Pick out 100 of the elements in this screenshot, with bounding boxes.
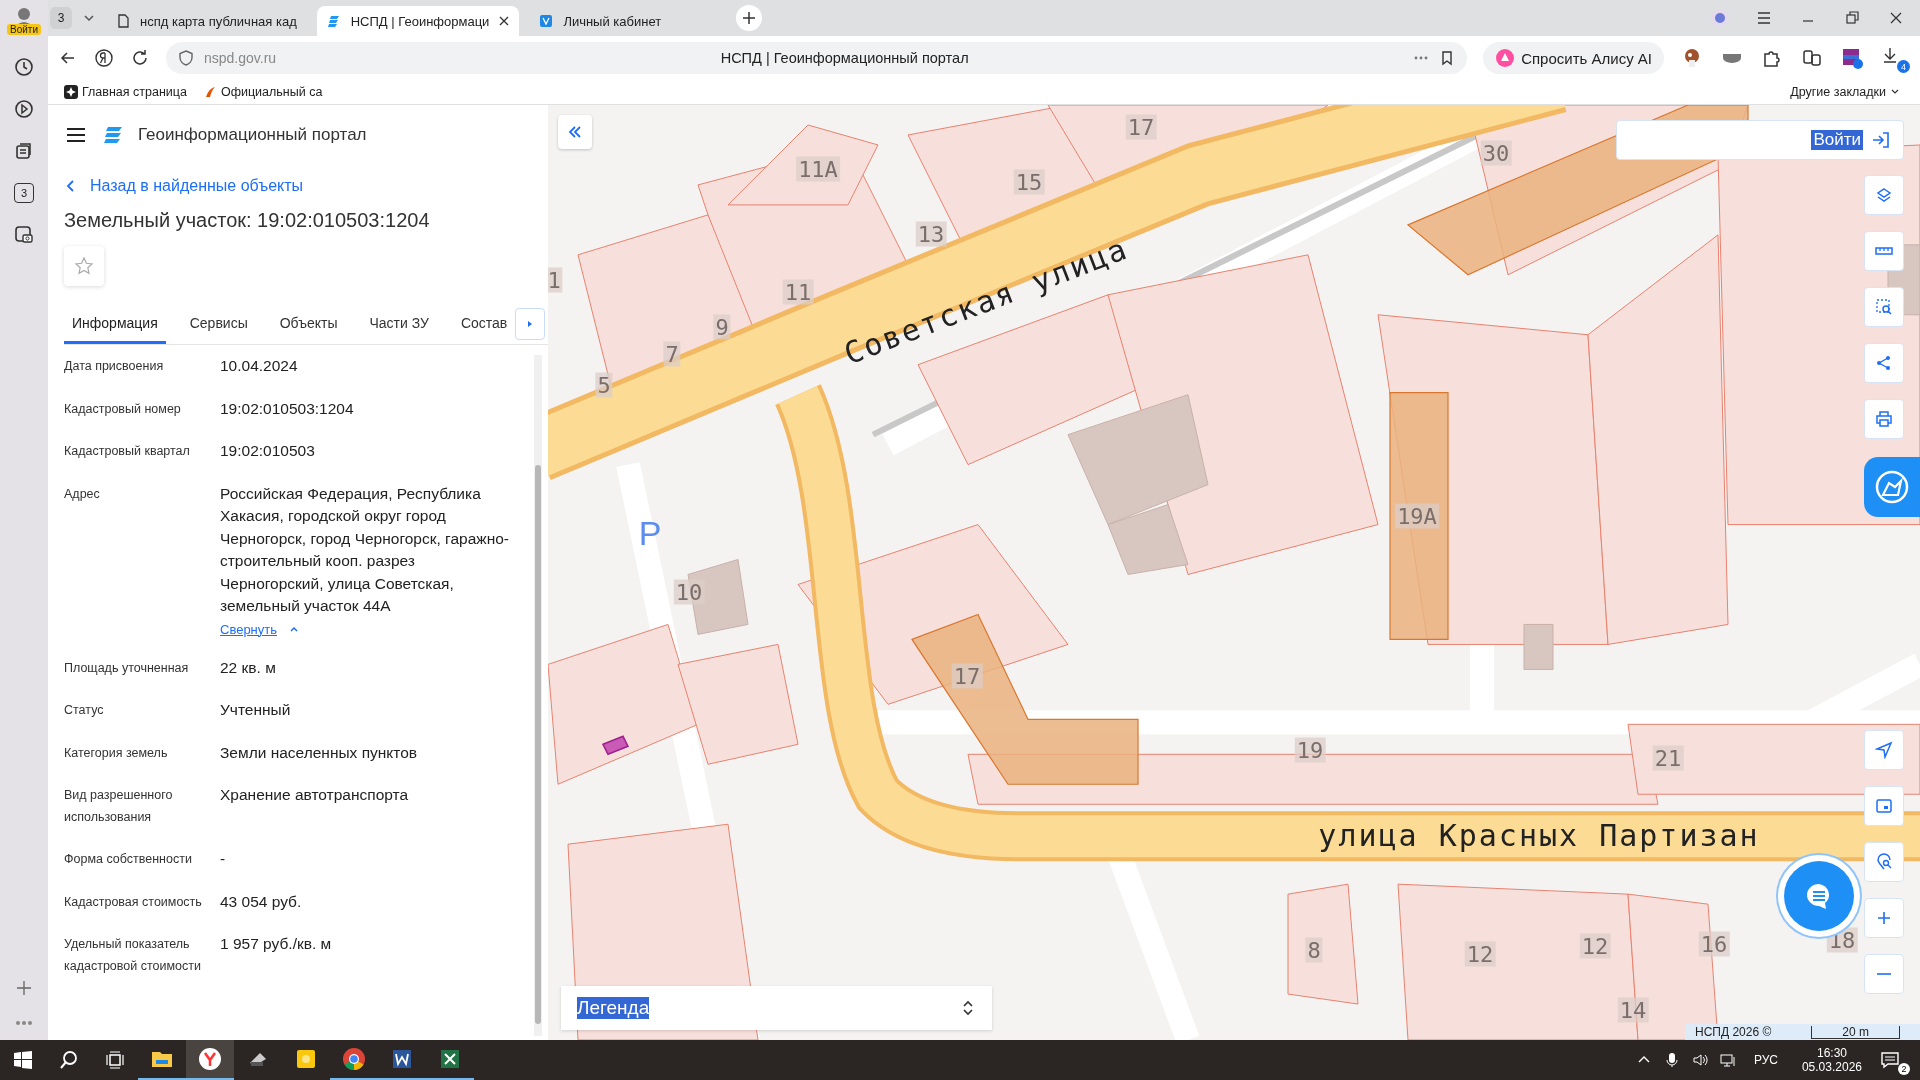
browser-logo-icon — [198, 1047, 222, 1071]
field-label: Форма собственности — [64, 851, 193, 868]
info-tab[interactable]: Состав — [452, 315, 516, 344]
print-button[interactable] — [1864, 399, 1904, 439]
assistant-tab[interactable] — [1864, 457, 1920, 517]
layers-icon — [1875, 186, 1893, 204]
house-number: 13 — [915, 221, 947, 247]
browser-tab[interactable]: НСПД | Геоинформаци — [316, 6, 520, 36]
back-link[interactable]: Назад в найденные объекты — [64, 177, 304, 195]
login-icon[interactable] — [1871, 130, 1891, 150]
clock[interactable]: 16:30 05.03.2026 — [1801, 1046, 1862, 1074]
locate-button[interactable] — [1864, 730, 1904, 770]
login-button[interactable]: Войти — [1811, 130, 1863, 150]
language-indicator[interactable]: РУС — [1753, 1053, 1778, 1067]
star-icon — [64, 85, 78, 99]
page-title: НСПД | Геоинформационный портал — [719, 50, 970, 66]
house-number: 8 — [1305, 937, 1323, 963]
notes-icon[interactable] — [14, 141, 34, 161]
house-number: 12 — [1579, 933, 1611, 959]
collapse-link[interactable]: Свернуть — [220, 621, 299, 637]
browser-tab[interactable]: нспд карта публичная кад — [106, 6, 307, 36]
share-button[interactable] — [1864, 343, 1904, 383]
network-icon[interactable] — [1719, 1052, 1736, 1068]
speaker-icon[interactable] — [1691, 1052, 1708, 1068]
star-icon — [74, 256, 94, 276]
downloads-button[interactable]: 4 — [1880, 43, 1910, 73]
bookmark-link[interactable]: Официальный са — [202, 85, 323, 99]
field-label: Статус — [64, 702, 105, 719]
more-icon[interactable] — [14, 1020, 34, 1026]
map-book-icon — [1874, 469, 1910, 505]
house-number: 7 — [663, 341, 681, 367]
microphone-icon[interactable] — [1663, 1052, 1680, 1068]
emblem-icon — [539, 14, 554, 28]
screenshot-icon[interactable] — [14, 225, 34, 245]
yandex-logo-icon[interactable] — [94, 48, 114, 68]
house-number: 1 — [548, 267, 563, 293]
house-number: 11 — [782, 279, 814, 305]
info-tab[interactable]: Объекты — [271, 315, 346, 344]
field-label: Площадь уточненная — [64, 659, 190, 677]
add-icon[interactable] — [14, 978, 34, 998]
chevron-up-icon — [289, 624, 299, 634]
navigation-arrow-icon — [1875, 741, 1893, 759]
zoom-in-button[interactable] — [1864, 898, 1904, 938]
street-label: улица Красных Партизан — [1318, 817, 1760, 853]
house-number: 10 — [673, 579, 705, 605]
ruler-button[interactable] — [1864, 231, 1904, 271]
bookmark-link[interactable]: Главная страница — [64, 85, 187, 99]
info-tab[interactable]: Части ЗУ — [361, 315, 437, 344]
new-tab-icon[interactable] — [735, 4, 764, 32]
layers-button[interactable] — [1864, 175, 1904, 215]
info-tab[interactable]: Информация — [64, 315, 166, 344]
address-bar[interactable]: nspd.gov.ru НСПД | Геоинформационный портал — [166, 42, 1468, 74]
close-icon[interactable] — [499, 16, 510, 26]
taskbar-app[interactable] — [186, 1040, 234, 1080]
profile-button[interactable]: Войти — [7, 6, 41, 35]
pin-search-icon — [1875, 853, 1893, 871]
house-number: 5 — [595, 372, 613, 398]
field-value: 19:02:010503:1204 — [220, 398, 355, 419]
field-value: Учтенный — [220, 700, 292, 720]
house-number: 19А — [1395, 503, 1439, 529]
field-value: 22 кв. м — [220, 657, 277, 678]
scrollbar[interactable] — [534, 355, 542, 1036]
field-label: Кадастровая стоимость — [64, 893, 203, 911]
print-icon — [1875, 410, 1893, 428]
house-number: 16 — [1698, 931, 1730, 957]
reload-icon[interactable] — [130, 48, 150, 68]
field-label: Вид разрешенного использования — [64, 787, 174, 826]
minimap-button[interactable] — [1864, 786, 1904, 826]
sticky-note-icon — [294, 1047, 318, 1071]
field-label: Категория земель — [64, 744, 169, 762]
excel-icon — [438, 1047, 462, 1071]
minus-icon — [1877, 973, 1891, 975]
url-text: nspd.gov.ru — [204, 50, 277, 66]
field-value: 19:02:010503 — [220, 441, 316, 461]
alice-button[interactable]: Спросить Алису AI — [1483, 42, 1664, 74]
house-number: 11А — [796, 156, 840, 182]
legend-dropdown[interactable]: Легенда — [561, 986, 992, 1030]
field-value: Хранение автотранспорта — [220, 785, 410, 805]
attribution-text: НСПД 2026 © — [1695, 1025, 1772, 1039]
browser-tab[interactable]: Личный кабинет — [529, 6, 726, 36]
field-value: - — [220, 849, 227, 869]
tab-count-button[interactable]: 3 — [50, 7, 72, 29]
info-tab[interactable]: Сервисы — [181, 315, 256, 344]
robot-icon[interactable] — [1710, 8, 1730, 28]
other-bookmarks-button[interactable]: Другие закладки — [1790, 85, 1900, 99]
play-icon[interactable] — [14, 99, 34, 119]
history-icon[interactable] — [14, 57, 34, 77]
notifications-button[interactable]: 2 — [1880, 1048, 1908, 1072]
sort-arrows-icon — [960, 1000, 976, 1016]
tab-counter[interactable]: 3 — [14, 183, 34, 203]
location-search-button[interactable] — [1864, 842, 1904, 882]
object-heading: Земельный участок: 19:02:010503:1204 — [64, 209, 431, 232]
share-icon — [1875, 354, 1893, 372]
house-number: 14 — [1617, 997, 1649, 1023]
area-search-button[interactable] — [1864, 287, 1904, 327]
chrome-icon — [342, 1047, 366, 1071]
house-number: 9 — [713, 314, 731, 340]
collapse-panel-button[interactable] — [558, 115, 592, 149]
word-icon — [390, 1047, 414, 1071]
logo-icon — [102, 124, 124, 146]
